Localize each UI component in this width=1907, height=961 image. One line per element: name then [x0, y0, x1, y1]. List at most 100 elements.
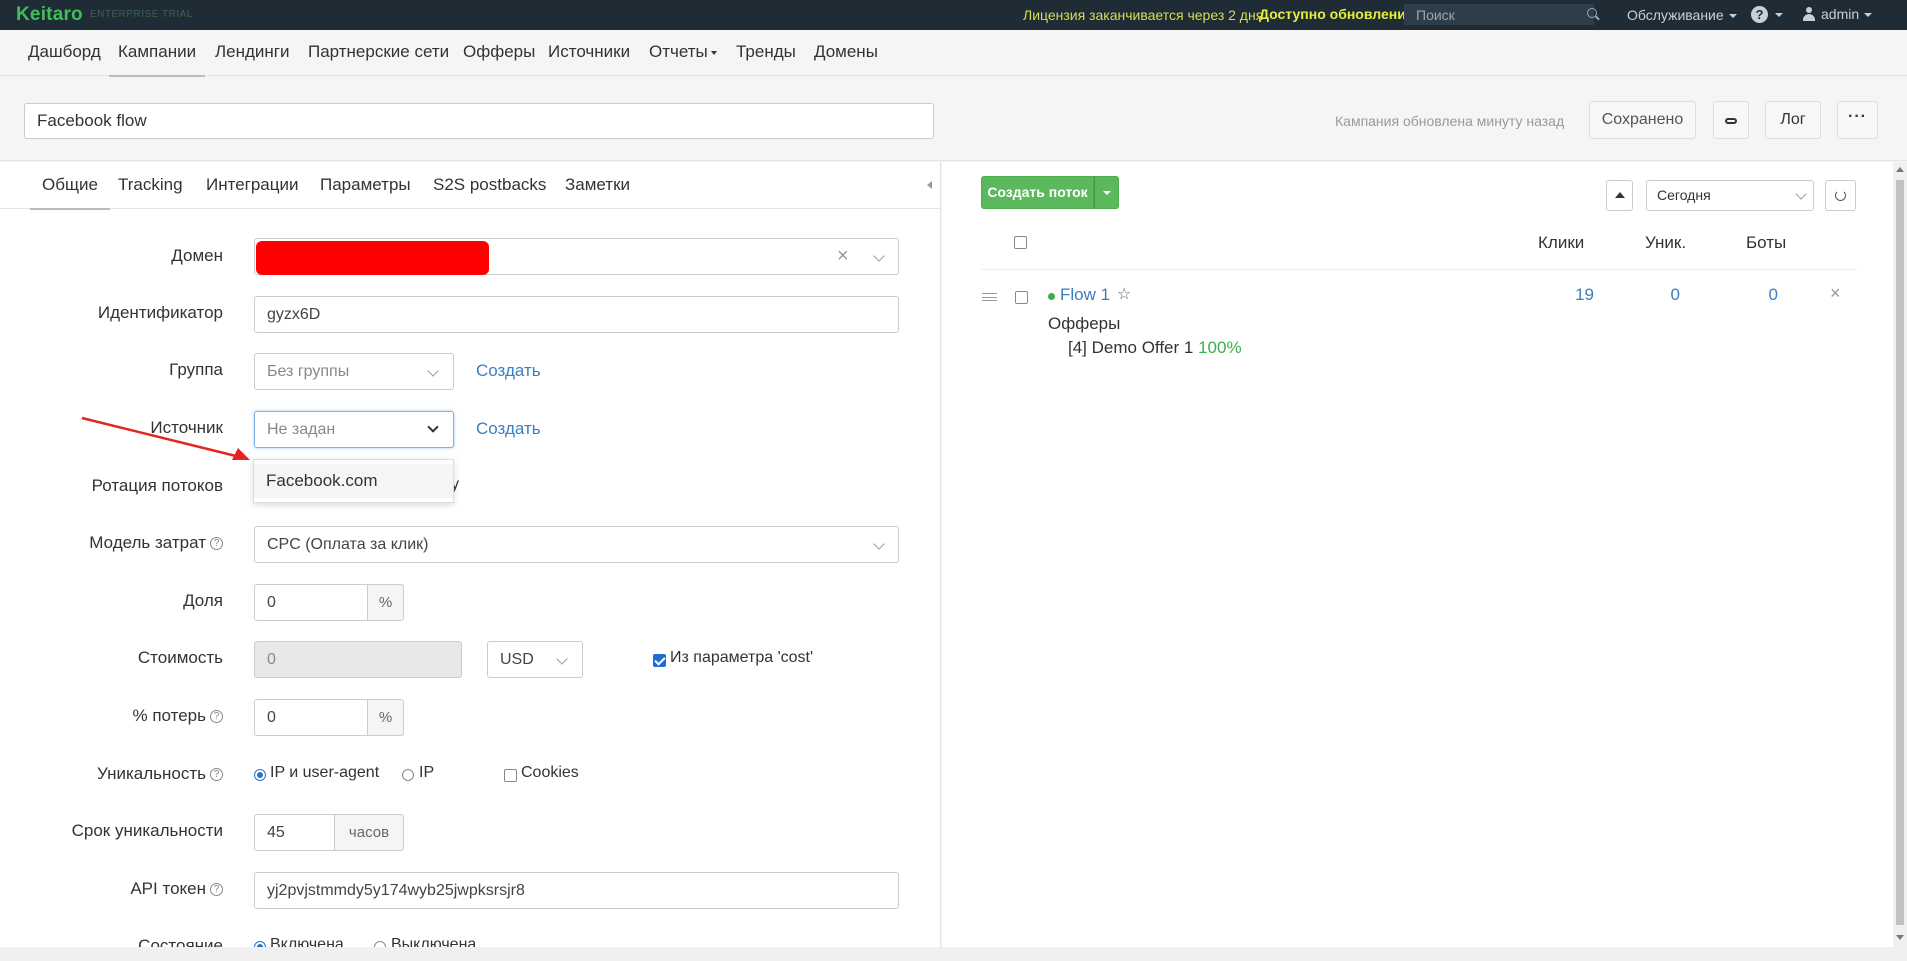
clear-icon[interactable]: ×	[837, 239, 849, 274]
cost-param-checkbox[interactable]	[653, 654, 666, 667]
col-unique: Уник.	[1645, 233, 1687, 252]
nav-landings[interactable]: Лендинги	[215, 42, 290, 62]
tab-integrations[interactable]: Интеграции	[206, 175, 299, 195]
nav-reports[interactable]: Отчеты	[649, 42, 717, 62]
update-link[interactable]: Доступно обновление!	[1259, 6, 1418, 22]
tab-parameters[interactable]: Параметры	[320, 175, 411, 195]
uniqueness-option-ip-ua: IP и user-agent	[270, 764, 380, 781]
flow-bots[interactable]: 0	[1748, 285, 1778, 305]
nav-affiliate-networks[interactable]: Партнерские сети	[308, 42, 449, 62]
caret-down-icon[interactable]	[1775, 13, 1783, 17]
identifier-input[interactable]: gyzx6D	[254, 296, 899, 333]
loss-input[interactable]: 0	[254, 699, 368, 736]
period-select[interactable]: Сегодня	[1646, 180, 1814, 211]
service-menu[interactable]: Обслуживание	[1627, 7, 1737, 23]
drag-handle-icon[interactable]	[982, 293, 997, 301]
collapse-panel-icon[interactable]	[927, 181, 932, 189]
main-nav: Дашборд Кампании Лендинги Партнерские се…	[0, 30, 1907, 77]
uniqueness-radio-ip-ua[interactable]	[254, 769, 266, 781]
source-option-facebook[interactable]: Facebook.com	[254, 464, 453, 498]
currency-select[interactable]: USD	[487, 641, 583, 678]
api-token-label-text: API токен	[130, 879, 206, 898]
nav-campaigns[interactable]: Кампании	[108, 42, 206, 77]
tab-s2s-postbacks[interactable]: S2S postbacks	[433, 175, 546, 195]
scroll-thumb[interactable]	[1896, 180, 1904, 925]
cookies-checkbox[interactable]	[504, 769, 517, 782]
vertical-scrollbar[interactable]	[1893, 162, 1907, 947]
cookies-label: Cookies	[521, 764, 579, 781]
tab-general[interactable]: Общие	[30, 175, 110, 210]
create-flow-button[interactable]: Создать поток	[981, 176, 1094, 209]
api-token-input[interactable]: yj2pvjstmmdy5y174wyb25jwpksrsjr8	[254, 872, 899, 909]
link-button[interactable]	[1713, 101, 1749, 139]
row-checkbox[interactable]	[1015, 291, 1028, 304]
scroll-up-icon[interactable]	[1896, 167, 1904, 172]
percent-addon: %	[367, 584, 404, 621]
source-value: Не задан	[267, 421, 336, 438]
state-option-off: Выключена	[391, 936, 477, 947]
rotation-label: Ротация потоков	[91, 476, 223, 495]
license-notice: Лицензия заканчивается через 2 дня	[1023, 7, 1264, 23]
caret-down-icon	[1728, 14, 1737, 19]
search-input[interactable]	[1404, 4, 1594, 25]
flows-panel: Создать поток Сегодня Клики Уник. Боты F…	[942, 162, 1893, 947]
service-menu-label: Обслуживание	[1627, 7, 1724, 23]
status-dot-icon	[1048, 293, 1055, 300]
tab-notes[interactable]: Заметки	[565, 175, 630, 195]
nav-sources[interactable]: Источники	[548, 42, 630, 62]
tab-tracking[interactable]: Tracking	[118, 175, 183, 195]
annotation-arrow	[81, 416, 250, 460]
delete-flow-icon[interactable]: ×	[1830, 283, 1841, 304]
cost-model-label-text: Модель затрат	[89, 533, 206, 552]
share-label: Доля	[183, 591, 223, 610]
logo[interactable]: Keitaro	[16, 4, 83, 26]
more-button[interactable]: ···	[1837, 101, 1878, 139]
chevron-down-icon	[427, 365, 439, 377]
create-flow-dropdown-button[interactable]	[1094, 176, 1119, 209]
help-icon[interactable]: ?	[1751, 6, 1768, 23]
settings-tabs: Общие Tracking Интеграции Параметры S2S …	[0, 162, 940, 210]
refresh-button[interactable]	[1825, 180, 1856, 211]
flow-clicks[interactable]: 19	[1564, 285, 1594, 305]
nav-domains[interactable]: Домены	[814, 42, 878, 62]
uniqueness-period-input[interactable]: 45	[254, 814, 335, 851]
group-select[interactable]: Без группы	[254, 353, 454, 390]
share-input[interactable]: 0	[254, 584, 368, 621]
domain-label: Домен	[171, 246, 223, 265]
state-label: Состояние	[138, 936, 223, 947]
create-source-link[interactable]: Создать	[476, 419, 541, 439]
help-icon[interactable]: ?	[210, 710, 223, 724]
nav-trends[interactable]: Тренды	[736, 42, 796, 62]
offer-share: 100%	[1198, 338, 1242, 357]
nav-offers[interactable]: Офферы	[463, 42, 535, 62]
col-bots: Боты	[1746, 233, 1787, 252]
offer-item: [4] Demo Offer 1 100%	[1068, 338, 1242, 358]
save-button[interactable]: Сохранено	[1589, 101, 1696, 139]
uniqueness-option-ip: IP	[419, 764, 435, 781]
user-menu[interactable]: admin	[1821, 6, 1873, 22]
cost-input[interactable]: 0	[254, 641, 462, 678]
horizontal-scrollbar[interactable]	[0, 947, 1907, 961]
flow-unique[interactable]: 0	[1650, 285, 1680, 305]
flow-name-link[interactable]: Flow 1	[1060, 285, 1110, 305]
select-all-checkbox[interactable]	[1014, 236, 1027, 249]
cost-model-value: CPC (Оплата за клик)	[267, 536, 429, 553]
cost-model-select[interactable]: CPC (Оплата за клик)	[254, 526, 899, 563]
campaign-name-input[interactable]	[24, 103, 934, 139]
campaign-settings-panel: Общие Tracking Интеграции Параметры S2S …	[0, 162, 941, 947]
chevron-down-icon	[427, 421, 439, 433]
scroll-down-icon[interactable]	[1896, 935, 1904, 940]
percent-addon: %	[367, 699, 404, 736]
source-select[interactable]: Не задан	[254, 411, 454, 448]
help-icon[interactable]: ?	[210, 537, 223, 551]
help-icon[interactable]: ?	[210, 883, 223, 897]
uniqueness-radio-ip[interactable]	[402, 769, 414, 781]
cost-label: Стоимость	[137, 648, 223, 667]
offers-label: Офферы	[1048, 314, 1121, 333]
nav-dashboard[interactable]: Дашборд	[28, 42, 101, 62]
star-icon[interactable]: ☆	[1117, 284, 1131, 304]
log-button[interactable]: Лог	[1765, 101, 1821, 139]
sort-up-button[interactable]	[1606, 180, 1633, 211]
help-icon[interactable]: ?	[210, 768, 223, 782]
create-group-link[interactable]: Создать	[476, 361, 541, 381]
